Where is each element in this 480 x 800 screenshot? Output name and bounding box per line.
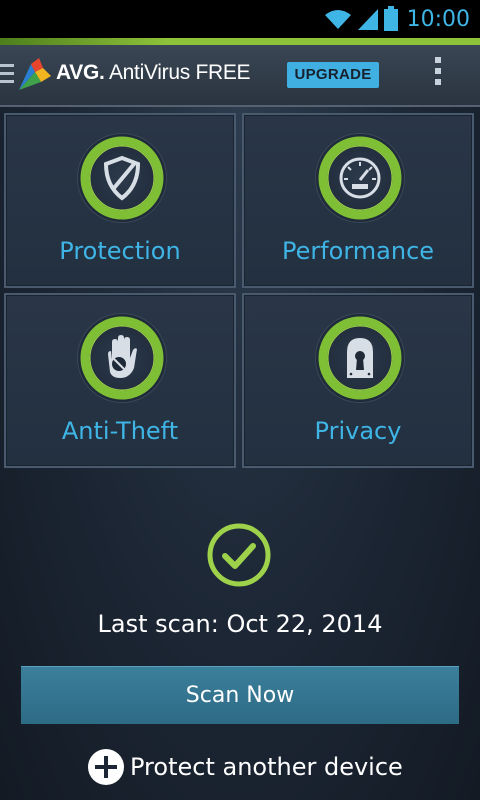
privacy-icon-ring	[316, 314, 404, 402]
battery-icon	[383, 6, 398, 31]
anti-theft-icon-ring	[78, 314, 166, 402]
status-icons	[323, 6, 399, 32]
app-title: AVG. AntiVirus FREE	[56, 61, 251, 85]
scan-now-button[interactable]: Scan Now	[21, 666, 459, 724]
hand-stop-icon	[80, 316, 164, 400]
action-bar: AVG. AntiVirus FREE UPGRADE	[0, 45, 480, 107]
protection-icon-ring	[78, 134, 166, 222]
speedometer-icon	[318, 136, 402, 220]
privacy-tile[interactable]: Privacy	[242, 293, 474, 468]
performance-tile[interactable]: Performance	[242, 113, 474, 288]
performance-icon-ring	[316, 134, 404, 222]
keyhole-lock-icon	[318, 316, 402, 400]
drawer-menu-icon[interactable]	[0, 64, 14, 88]
upgrade-button[interactable]: UPGRADE	[287, 62, 379, 88]
accent-stripe	[0, 38, 480, 45]
app-product-name: AntiVirus FREE	[104, 61, 251, 84]
status-bar: 10:00	[0, 0, 480, 38]
protection-label: Protection	[59, 237, 181, 265]
protection-tile[interactable]: Protection	[4, 113, 236, 288]
anti-theft-tile[interactable]: Anti-Theft	[4, 293, 236, 468]
privacy-label: Privacy	[314, 417, 402, 445]
last-scan-text: Last scan: Oct 22, 2014	[97, 610, 383, 638]
check-circle-icon	[207, 523, 271, 587]
avg-logo[interactable]	[17, 56, 53, 92]
performance-label: Performance	[281, 237, 435, 265]
anti-theft-label: Anti-Theft	[61, 417, 179, 445]
cell-signal-icon	[357, 9, 378, 30]
app-brand: AVG.	[56, 61, 105, 84]
protect-another-device-label: Protect another device	[130, 753, 403, 781]
protect-another-device-link[interactable]: Protect another device	[88, 748, 403, 786]
overflow-menu-icon[interactable]	[430, 57, 446, 93]
plus-circle-icon	[88, 749, 124, 785]
wifi-icon	[324, 10, 351, 29]
shield-icon	[80, 136, 164, 220]
status-clock: 10:00	[406, 6, 470, 32]
